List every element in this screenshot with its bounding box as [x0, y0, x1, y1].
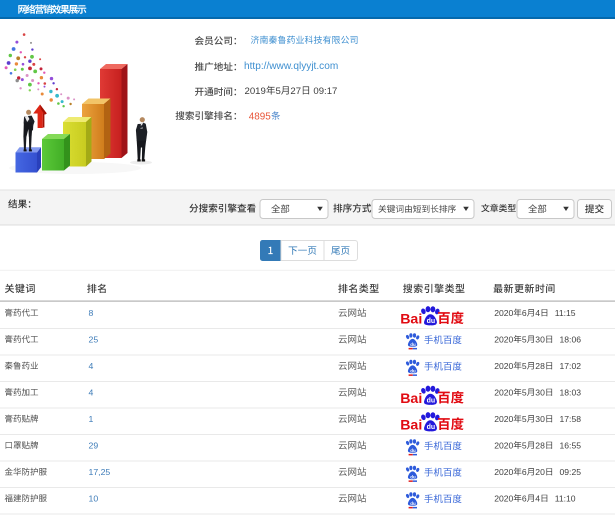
svg-text:2020: 2020 — [494, 335, 513, 345]
svg-text:4895: 4895 — [249, 111, 271, 122]
svg-text:30: 30 — [535, 335, 545, 345]
svg-text:09:25: 09:25 — [560, 467, 582, 477]
svg-text:11:15: 11:15 — [555, 308, 576, 318]
svg-text:du: du — [427, 318, 436, 325]
svg-text:1: 1 — [89, 414, 94, 424]
svg-text:27: 27 — [290, 86, 301, 97]
svg-text:http://www.qlyyjt.com: http://www.qlyyjt.com — [244, 61, 338, 72]
svg-text:11:10: 11:10 — [555, 494, 576, 504]
svg-text:5: 5 — [522, 335, 527, 345]
svg-text:2020: 2020 — [494, 388, 513, 398]
svg-text:2019: 2019 — [245, 86, 266, 97]
svg-text:2020: 2020 — [494, 467, 513, 477]
svg-text:du: du — [410, 474, 416, 479]
svg-text:4: 4 — [535, 494, 540, 504]
svg-text:Bai: Bai — [400, 312, 422, 328]
svg-text:2020: 2020 — [494, 361, 513, 371]
svg-text:6: 6 — [522, 308, 527, 318]
svg-text:30: 30 — [535, 388, 545, 398]
svg-text:5: 5 — [522, 441, 527, 451]
svg-text:5: 5 — [522, 414, 527, 424]
svg-text:16:55: 16:55 — [560, 441, 582, 451]
svg-text:2020: 2020 — [494, 308, 513, 318]
svg-text:5: 5 — [522, 388, 527, 398]
svg-text:du: du — [427, 398, 436, 405]
svg-text:25: 25 — [89, 335, 99, 345]
svg-text:6: 6 — [522, 494, 527, 504]
svg-text:4: 4 — [535, 308, 540, 318]
svg-text:17:58: 17:58 — [560, 414, 582, 424]
svg-text:28: 28 — [535, 441, 545, 451]
svg-text:17,25: 17,25 — [89, 467, 111, 477]
svg-text:2020: 2020 — [494, 441, 513, 451]
svg-text:5: 5 — [522, 361, 527, 371]
svg-text:du: du — [410, 448, 416, 453]
svg-text:du: du — [410, 342, 416, 347]
svg-text:5: 5 — [276, 86, 281, 97]
svg-text:09:17: 09:17 — [311, 86, 338, 97]
svg-text:du: du — [410, 368, 416, 373]
svg-text:10: 10 — [89, 494, 99, 504]
svg-text:du: du — [427, 424, 436, 431]
svg-text:18:03: 18:03 — [560, 388, 582, 398]
svg-text:30: 30 — [535, 414, 545, 424]
svg-text:6: 6 — [522, 467, 527, 477]
svg-text:17:02: 17:02 — [560, 361, 582, 371]
svg-text:28: 28 — [535, 361, 545, 371]
svg-text:8: 8 — [89, 308, 94, 318]
svg-text:Bai: Bai — [400, 391, 422, 407]
svg-text:2020: 2020 — [494, 414, 513, 424]
svg-text:du: du — [410, 501, 416, 506]
svg-text:4: 4 — [89, 361, 94, 371]
svg-text:2020: 2020 — [494, 494, 513, 504]
svg-text:18:06: 18:06 — [560, 335, 582, 345]
svg-text:4: 4 — [89, 388, 94, 398]
svg-text:20: 20 — [535, 467, 545, 477]
svg-text:29: 29 — [89, 441, 99, 451]
svg-text:Bai: Bai — [400, 418, 422, 434]
